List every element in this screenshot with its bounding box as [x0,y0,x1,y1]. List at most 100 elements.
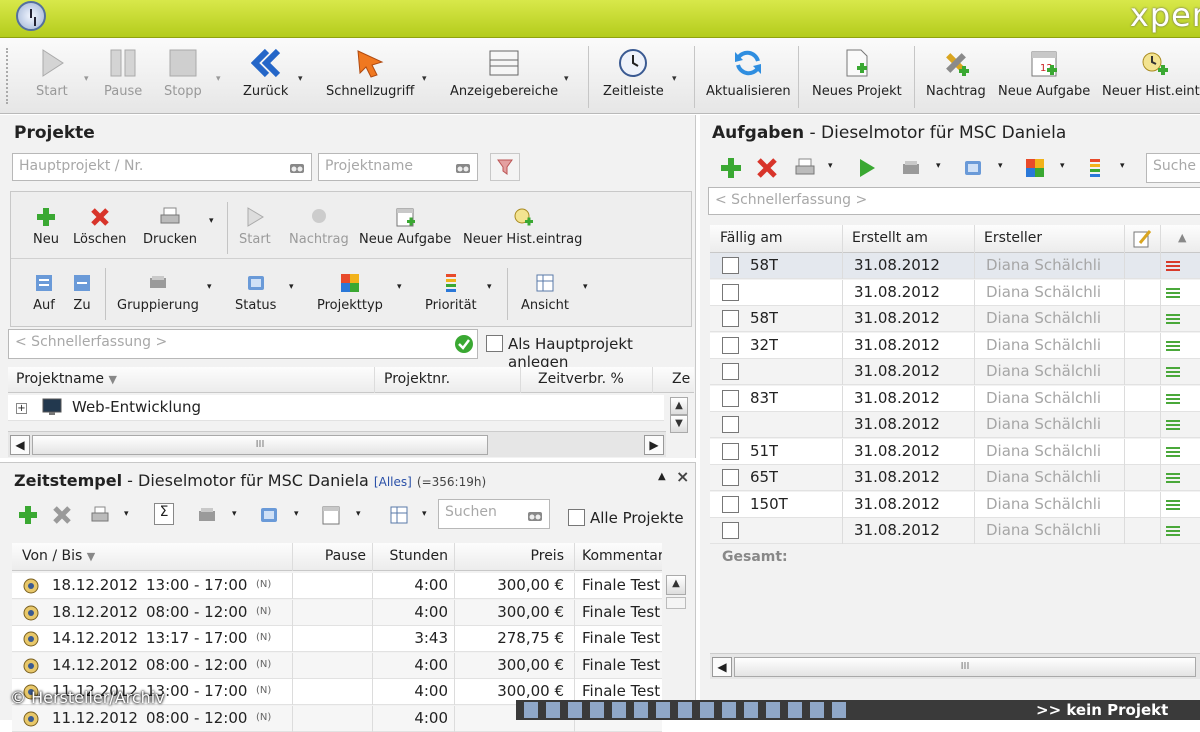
quick-access-dropdown[interactable]: ▾ [422,74,427,84]
pause-button[interactable]: Pause [104,44,142,99]
status-dropdown[interactable]: ▾ [998,161,1003,171]
column-ze[interactable]: Ze [672,371,692,387]
table-row[interactable]: 58T 31.08.2012 Diana Schälchli [710,306,1200,332]
table-row[interactable]: 65T 31.08.2012 Diana Schälchli [710,465,1200,491]
scroll-right-button[interactable]: ▶ [644,435,664,455]
status-icon[interactable] [258,505,280,525]
table-row[interactable]: 31.08.2012 Diana Schälchli [710,518,1200,544]
column-ersteller[interactable]: Ersteller [984,230,1042,246]
taskbar-icons[interactable] [524,702,854,718]
scroll-thumb[interactable]: III [32,435,488,455]
view-dropdown[interactable]: ▾ [422,509,427,519]
grouping-button[interactable]: Gruppierung [117,272,199,313]
printer-icon[interactable] [794,157,816,179]
scroll-thumb[interactable]: III [734,657,1196,677]
table-row[interactable]: 58T 31.08.2012 Diana Schälchli [710,253,1200,279]
task-checkbox[interactable] [722,416,739,433]
grouping-icon[interactable] [900,157,922,179]
task-checkbox[interactable] [722,283,739,301]
filter-link[interactable]: [Alles] [374,475,412,489]
back-dropdown[interactable]: ▾ [298,74,303,84]
task-checkbox[interactable] [722,310,739,327]
tasks-search-input[interactable]: Suche [1146,153,1200,183]
print-dropdown[interactable]: ▾ [209,216,214,226]
add-plus-icon[interactable] [18,505,38,525]
scroll-up-button[interactable]: ▲ [666,575,686,595]
scroll-left-button[interactable]: ◀ [712,657,732,677]
status-dropdown[interactable]: ▾ [289,282,294,292]
horizontal-scrollbar[interactable]: ◀ III [710,653,1200,679]
play-icon[interactable] [856,157,878,179]
task-checkbox[interactable] [722,257,739,274]
view-button[interactable]: Ansicht [521,272,569,313]
print-dropdown[interactable]: ▾ [828,161,833,171]
project-type-button[interactable]: Projekttyp [317,272,383,313]
color-squares-icon[interactable] [1024,157,1046,179]
start-button[interactable]: Start [36,44,68,99]
stop-button[interactable]: Stopp [164,44,202,99]
grouping-icon[interactable] [196,505,218,525]
column-kommentar[interactable]: Kommentar [582,548,662,564]
table-row[interactable]: 31.08.2012 Diana Schälchli [710,359,1200,385]
display-areas-button[interactable]: Anzeigebereiche [450,44,558,99]
toolbar-grip[interactable] [6,48,10,104]
delete-button[interactable]: Löschen [73,206,126,247]
expand-node-icon[interactable]: + [16,403,27,414]
project-new-task-button[interactable]: Neue Aufgabe [359,206,451,247]
new-history-entry-button[interactable]: Neuer Hist.eintr. [1102,44,1200,99]
table-row[interactable]: + Web-Entwicklung [8,395,664,421]
status-icon[interactable] [962,157,984,179]
task-checkbox[interactable] [722,469,739,486]
project-new-history-button[interactable]: Neuer Hist.eintrag [463,206,582,247]
table-row[interactable]: 83T 31.08.2012 Diana Schälchli [710,385,1200,412]
column-stunden[interactable]: Stunden [382,548,449,564]
clock-app-icon[interactable] [16,1,46,31]
start-dropdown[interactable]: ▾ [84,74,89,84]
scroll-down-button[interactable]: ▼ [670,415,688,433]
new-project-button[interactable]: Neues Projekt [812,44,902,99]
scroll-up-button[interactable]: ▲ [670,397,688,415]
search-filter-icon[interactable] [288,159,306,177]
project-supplement-button[interactable]: Nachtrag [289,206,349,247]
status-button[interactable]: Status [235,272,276,313]
column-von-bis[interactable]: Von / Bis ▼ [22,548,95,564]
main-project-search-input[interactable]: Hauptprojekt / Nr. [12,153,312,181]
table-row[interactable]: 18.12.2012 13:00 - 17:00 (N) 4:00 300,00… [12,573,662,599]
timeline-dropdown[interactable]: ▾ [672,74,677,84]
grouping-dropdown[interactable]: ▾ [207,282,212,292]
column-projektnr[interactable]: Projektnr. [384,371,450,387]
back-button[interactable]: Zurück [243,44,288,99]
table-row[interactable]: 18.12.2012 08:00 - 12:00 (N) 4:00 300,00… [12,599,662,626]
confirm-check-icon[interactable] [454,334,474,354]
view-dropdown[interactable]: ▾ [583,282,588,292]
table-row[interactable]: 32T 31.08.2012 Diana Schälchli [710,332,1200,359]
add-plus-icon[interactable] [720,157,742,179]
scroll-left-button[interactable]: ◀ [10,435,30,455]
project-start-button[interactable]: Start [239,206,271,247]
column-zeitverbr[interactable]: Zeitverbr. % [538,371,624,387]
task-checkbox[interactable] [722,363,739,380]
display-areas-dropdown[interactable]: ▾ [564,74,569,84]
priority-button[interactable]: Priorität [425,272,477,313]
collapse-panel-icon[interactable]: ▲ [658,471,666,482]
quick-access-button[interactable]: Schnellzugriff [326,44,414,99]
task-checkbox[interactable] [722,495,739,513]
new-task-button[interactable]: 12 Neue Aufgabe [998,44,1090,99]
column-erstellt-am[interactable]: Erstellt am [852,230,928,246]
clear-filter-button[interactable] [490,153,520,181]
grouping-dropdown[interactable]: ▾ [232,509,237,519]
new-button[interactable]: Neu [33,206,59,247]
main-project-checkbox[interactable] [486,335,503,352]
close-icon[interactable]: × [676,467,689,486]
refresh-button[interactable]: Aktualisieren [706,44,791,99]
timeline-button[interactable]: Zeitleiste [603,44,664,99]
task-checkbox[interactable] [722,336,739,354]
expand-button[interactable]: Auf [33,272,55,313]
view-grid-icon[interactable] [388,505,410,525]
binoculars-icon[interactable] [454,159,472,177]
table-row[interactable]: 51T 31.08.2012 Diana Schälchli [710,438,1200,465]
supplement-button[interactable]: Nachtrag [926,44,986,99]
all-projects-checkbox[interactable] [568,509,585,526]
print-dropdown[interactable]: ▾ [124,509,129,519]
type-dropdown[interactable]: ▾ [1060,161,1065,171]
